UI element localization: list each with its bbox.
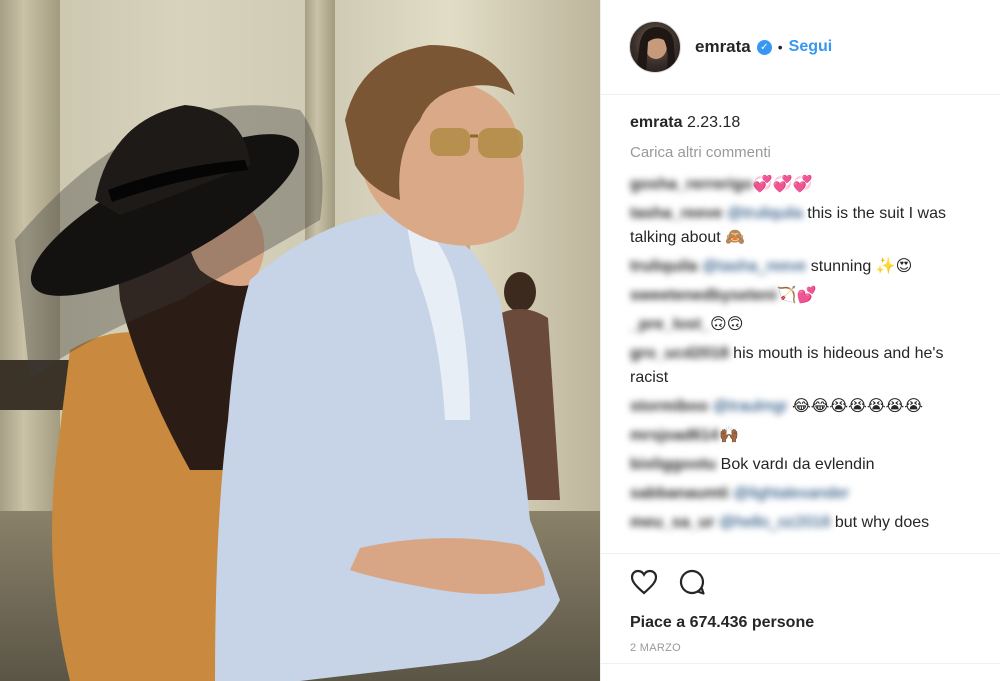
- comment-username[interactable]: mrsjoad614: [630, 427, 719, 444]
- comment-mention[interactable]: @tasha_reeve: [702, 258, 806, 275]
- comment-mention[interactable]: @hello_oz2018: [719, 514, 830, 531]
- comment-bubble-icon[interactable]: [678, 568, 706, 601]
- caption-text: 2.23.18: [686, 114, 741, 131]
- caption-username[interactable]: emrata: [630, 114, 682, 131]
- comment-username[interactable]: gosha_rerrerigo: [630, 176, 753, 193]
- comment-item: gosha_rerrerigo💞💞💞: [630, 173, 979, 197]
- verified-badge-icon: ✓: [756, 39, 772, 55]
- post-caption: emrata 2.23.18: [630, 111, 979, 135]
- separator-dot: •: [777, 39, 783, 55]
- header-username[interactable]: emrata: [695, 37, 751, 57]
- comment-item: _pre_lost_🙃🙃: [630, 313, 979, 337]
- comment-username[interactable]: bixliggootu: [630, 456, 716, 473]
- comment-item: sweetenedbyseteni🏹💕: [630, 284, 979, 308]
- comment-item: meu_sa_ur @hello_oz2018 but why does: [630, 511, 979, 535]
- post-header: emrata ✓ • Segui: [601, 0, 1000, 95]
- comment-username[interactable]: stormiboo: [630, 398, 708, 415]
- comments-list[interactable]: emrata 2.23.18 Carica altri commenti gos…: [601, 95, 1000, 553]
- post-sidebar: emrata ✓ • Segui emrata 2.23.18 Carica a…: [600, 0, 1000, 681]
- action-icons: [630, 568, 972, 600]
- post-date[interactable]: 2 MARZO: [630, 642, 972, 654]
- heart-icon[interactable]: [630, 569, 658, 600]
- comment-text: Bok vardı da evlendin: [716, 456, 875, 473]
- comment-text: 💞💞💞: [752, 176, 813, 193]
- follow-button[interactable]: Segui: [789, 38, 833, 56]
- comment-item: sabbanaumti @lightalexander: [630, 482, 979, 506]
- comment-text: 🙌🏾: [718, 427, 739, 444]
- comment-text: 🙃🙃: [710, 316, 744, 333]
- comment-mention[interactable]: @traulmgr: [713, 398, 788, 415]
- comment-item: gro_ucd2018 his mouth is hideous and he'…: [630, 342, 979, 390]
- comment-username[interactable]: sabbanaumti: [630, 485, 729, 502]
- comment-item: bixliggootu Bok vardı da evlendin: [630, 453, 979, 477]
- comment-username[interactable]: _pre_lost_: [630, 316, 710, 333]
- comment-mention[interactable]: @truliquila: [727, 205, 803, 222]
- photo-figures: [15, 45, 560, 681]
- likes-count[interactable]: Piace a 674.436 persone: [630, 614, 972, 632]
- instagram-post: emrata ✓ • Segui emrata 2.23.18 Carica a…: [0, 0, 1000, 681]
- comment-username[interactable]: meu_sa_ur: [630, 514, 715, 531]
- comment-text: 🏹💕: [776, 287, 817, 304]
- comment-text: stunning ✨😍: [806, 258, 913, 275]
- comment-username[interactable]: tasha_reeve: [630, 205, 723, 222]
- comment-text: but why does: [830, 514, 930, 531]
- load-more-comments-button[interactable]: Carica altri commenti: [630, 141, 979, 165]
- post-actions: Piace a 674.436 persone 2 MARZO: [601, 553, 1000, 681]
- comment-username[interactable]: sweetenedbyseteni: [630, 287, 777, 304]
- comment-item: truliquila @tasha_reeve stunning ✨😍: [630, 255, 979, 279]
- comment-username[interactable]: truliquila: [630, 258, 698, 275]
- comment-rows: gosha_rerrerigo💞💞💞 tasha_reeve @truliquil…: [630, 173, 979, 535]
- comment-item: stormiboo @traulmgr 😂😂😭😭😭😭😭: [630, 395, 979, 419]
- comment-username[interactable]: gro_ucd2018: [630, 345, 729, 362]
- comment-text: 😂😂😭😭😭😭😭: [787, 398, 923, 415]
- avatar-image: [636, 26, 676, 72]
- post-photo[interactable]: [0, 0, 600, 681]
- comment-item: tasha_reeve @truliquila this is the suit…: [630, 202, 979, 250]
- comment-item: mrsjoad614🙌🏾: [630, 424, 979, 448]
- divider: [601, 663, 1000, 664]
- comment-mention[interactable]: @lightalexander: [733, 485, 849, 502]
- avatar[interactable]: [629, 21, 681, 73]
